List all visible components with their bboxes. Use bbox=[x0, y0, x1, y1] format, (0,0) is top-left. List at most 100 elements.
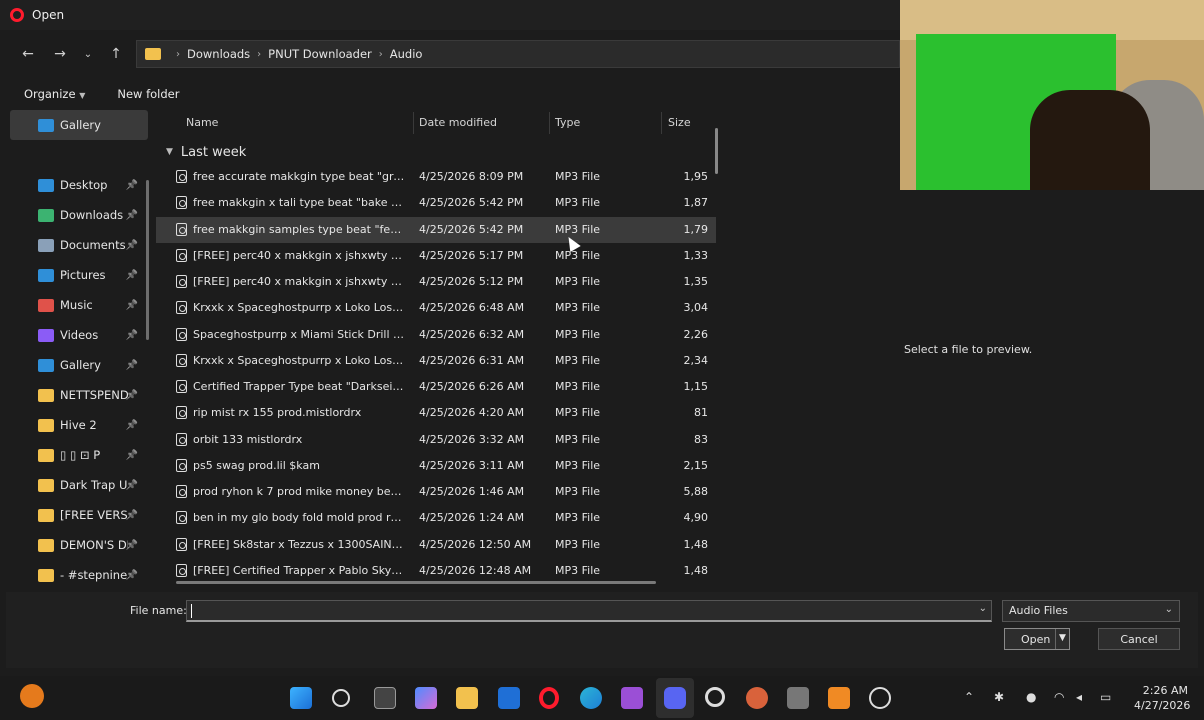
microphone-icon[interactable]: ● bbox=[1026, 690, 1036, 704]
file-row[interactable]: free makkgin samples type beat "festival… bbox=[156, 216, 716, 243]
sidebar-item[interactable]: Documents 📌 bbox=[10, 230, 148, 260]
file-row[interactable]: Certified Trapper Type beat "Darkseid" (… bbox=[156, 374, 716, 400]
camera-icon[interactable] bbox=[787, 687, 809, 709]
sidebar-item[interactable]: Videos 📌 bbox=[10, 320, 148, 350]
file-row[interactable]: Krxxk x Spaceghostpurrp x Loko Los x BM.… bbox=[156, 295, 716, 321]
media-player-icon[interactable] bbox=[869, 687, 891, 709]
file-type-filter[interactable]: Audio Files ⌄ bbox=[1002, 600, 1180, 622]
breadcrumb-item[interactable]: PNUT Downloader bbox=[268, 47, 372, 61]
wifi-icon[interactable]: ◠ bbox=[1054, 690, 1064, 704]
file-name: prod ryhon k 7 prod mike money beatz bbox=[193, 485, 405, 498]
organize-button[interactable]: Organize ▼ bbox=[24, 87, 85, 101]
file-explorer-icon[interactable] bbox=[456, 687, 478, 709]
back-arrow-icon[interactable]: ← bbox=[14, 40, 42, 68]
column-divider[interactable] bbox=[661, 112, 662, 134]
chevron-down-icon[interactable]: ⌄ bbox=[979, 603, 987, 614]
file-list-scrollbar[interactable] bbox=[715, 128, 718, 174]
audio-file-icon bbox=[176, 275, 187, 288]
sidebar-item[interactable]: ▯ ▯ ⊡ P 📌 bbox=[10, 440, 148, 470]
file-type: MP3 File bbox=[555, 196, 601, 210]
audio-file-icon bbox=[176, 537, 187, 551]
file-row[interactable]: orbit 133 mistlordrx 4/25/2026 3:32 AM MP3… bbox=[156, 427, 716, 453]
column-header-date[interactable]: Date modified bbox=[419, 116, 497, 129]
navigation-pane: Gallery Desktop 📌 Downloads 📌 Documents 📌 Pictu… bbox=[10, 110, 148, 588]
file-date: 4/25/2026 3:32 AM bbox=[419, 432, 525, 446]
forward-arrow-icon[interactable]: → bbox=[46, 40, 74, 68]
file-row[interactable]: rip mist rx 155 prod.mistlordrx 4/25/2026… bbox=[156, 400, 716, 426]
column-header-size[interactable]: Size bbox=[668, 116, 691, 129]
file-row[interactable]: Spaceghostpurrp x Miami Stick Drill x Kr… bbox=[156, 322, 716, 348]
webcam-person bbox=[1030, 90, 1150, 190]
file-row[interactable]: Krxxk x Spaceghostpurrp x Loko Los x BM.… bbox=[156, 348, 716, 374]
sidebar-item[interactable]: NETTSPEND 📌 bbox=[10, 380, 148, 410]
cancel-button[interactable]: Cancel bbox=[1098, 628, 1180, 650]
up-arrow-icon[interactable]: ↑ bbox=[102, 40, 130, 68]
file-name: free accurate makkgin type beat "great w… bbox=[193, 170, 405, 183]
game-icon[interactable] bbox=[746, 687, 768, 709]
recent-locations-chevron-icon[interactable]: ⌄ bbox=[74, 40, 102, 68]
sidebar-item[interactable]: Downloads 📌 bbox=[10, 200, 148, 230]
sidebar-item[interactable]: Dark Trap Ult 📌 bbox=[10, 470, 148, 500]
sidebar-item[interactable]: Pictures 📌 bbox=[10, 260, 148, 290]
sidebar-item[interactable]: Hive 2 📌 bbox=[10, 410, 148, 440]
windows-start-icon[interactable] bbox=[290, 687, 312, 709]
breadcrumb-item[interactable]: Audio bbox=[390, 47, 423, 61]
breadcrumb-item[interactable]: Downloads bbox=[187, 47, 250, 61]
tray-app-icon[interactable]: ✱ bbox=[994, 690, 1004, 704]
file-list: Name Date modified Type Size ▼ Last week… bbox=[156, 110, 716, 588]
open-options-chevron-icon[interactable]: ▼ bbox=[1055, 629, 1069, 649]
group-header[interactable]: ▼ Last week bbox=[156, 140, 716, 164]
open-button[interactable]: Open ▼ bbox=[1004, 628, 1070, 650]
file-name-input[interactable]: ⌄ bbox=[186, 600, 992, 622]
sidebar-item[interactable]: Music 📌 bbox=[10, 290, 148, 320]
new-folder-button[interactable]: New folder bbox=[117, 87, 179, 101]
file-row[interactable]: [FREE] Sk8star x Tezzus x 1300SAINT Type… bbox=[156, 532, 716, 558]
tray-overflow-chevron-icon[interactable]: ⌃ bbox=[964, 690, 974, 704]
file-rows: free accurate makkgin type beat "great w… bbox=[156, 164, 716, 584]
file-row[interactable]: free makkgin x tali type beat "bake ah n… bbox=[156, 190, 716, 216]
file-row[interactable]: prod ryhon k 7 prod mike money beatz 4/25… bbox=[156, 479, 716, 505]
search-icon[interactable] bbox=[332, 689, 350, 707]
column-header-type[interactable]: Type bbox=[555, 116, 580, 129]
file-type-filter-value: Audio Files bbox=[1009, 604, 1068, 617]
battery-icon[interactable]: ▭ bbox=[1100, 690, 1111, 704]
sidebar-item[interactable]: Gallery bbox=[10, 110, 148, 140]
weather-icon[interactable] bbox=[20, 684, 44, 708]
file-name: free makkgin samples type beat "festival… bbox=[193, 222, 405, 236]
volume-icon[interactable]: ◂ bbox=[1076, 690, 1082, 704]
file-row[interactable]: [FREE] perc40 x makkgin x jshxwty type b… bbox=[156, 243, 716, 269]
copilot-icon[interactable] bbox=[415, 687, 437, 709]
opera-icon[interactable] bbox=[539, 687, 559, 709]
column-divider[interactable] bbox=[413, 112, 414, 134]
system-clock[interactable]: 2:26 AM 4/27/2026 bbox=[1134, 683, 1190, 713]
file-date: 4/25/2026 1:46 AM bbox=[419, 485, 525, 498]
discord-icon[interactable] bbox=[664, 687, 686, 709]
chrome-icon[interactable] bbox=[705, 687, 725, 707]
file-list-horizontal-scrollbar[interactable] bbox=[176, 581, 656, 584]
audio-file-icon bbox=[176, 301, 187, 315]
fl-studio-icon[interactable] bbox=[828, 687, 850, 709]
file-type: MP3 File bbox=[555, 537, 601, 551]
column-header-name[interactable]: Name bbox=[186, 116, 218, 129]
file-row[interactable]: [FREE] perc40 x makkgin x jshxwty type b… bbox=[156, 269, 716, 295]
address-bar[interactable]: › Downloads › PNUT Downloader › Audio bbox=[136, 40, 900, 68]
sidebar-item[interactable]: DEMON'S DF 📌 bbox=[10, 530, 148, 560]
chevron-down-icon: ▼ bbox=[79, 91, 86, 100]
clapper-icon[interactable] bbox=[621, 687, 643, 709]
column-divider[interactable] bbox=[549, 112, 550, 134]
sidebar-scrollbar[interactable] bbox=[146, 180, 149, 340]
sidebar-item[interactable]: [FREE VERSIC📌 bbox=[10, 500, 148, 530]
sidebar-item[interactable]: Gallery 📌 bbox=[10, 350, 148, 380]
sidebar-item[interactable]: Desktop 📌 bbox=[10, 170, 148, 200]
file-row[interactable]: free accurate makkgin type beat "great w… bbox=[156, 164, 716, 190]
file-date: 4/25/2026 5:42 PM bbox=[419, 222, 524, 236]
file-name: ps5 swag prod.lil $kam bbox=[193, 458, 320, 472]
outlook-icon[interactable] bbox=[498, 687, 520, 709]
edge-icon[interactable] bbox=[580, 687, 602, 709]
sidebar-item[interactable]: - #stepnine.C📌 bbox=[10, 560, 148, 588]
file-row[interactable]: ps5 swag prod.lil $kam 4/25/2026 3:11 AM M… bbox=[156, 453, 716, 479]
task-view-icon[interactable] bbox=[374, 687, 396, 709]
file-row[interactable]: ben in my glo body fold mold prod ryho..… bbox=[156, 505, 716, 531]
gallery-icon bbox=[38, 118, 54, 132]
audio-file-icon bbox=[176, 485, 187, 498]
